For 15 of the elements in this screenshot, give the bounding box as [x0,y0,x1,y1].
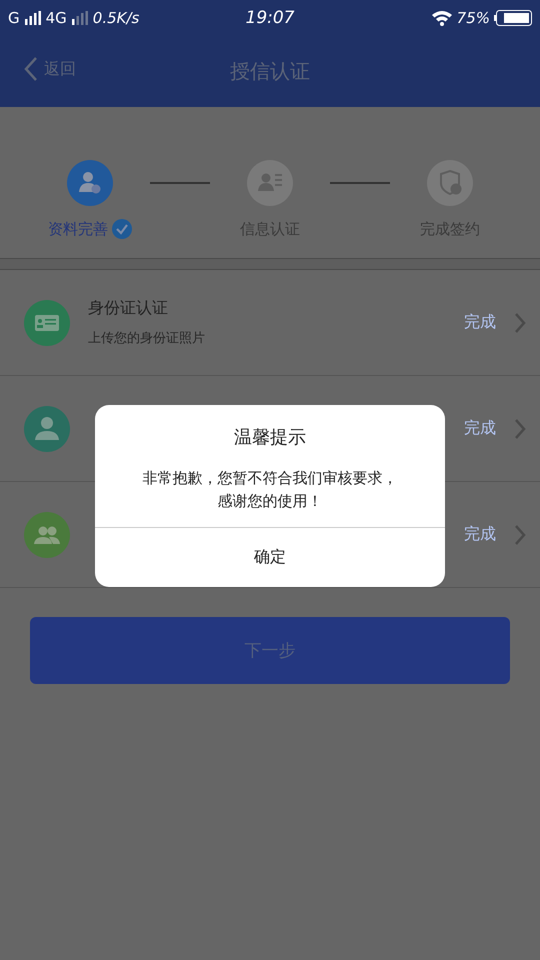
page-title: 授信认证 [230,58,310,85]
status-label: 完成 [464,524,496,545]
item-subtitle: 上传您的身份证照片 [88,330,206,347]
network-label: G [8,9,20,27]
network-label: 4G [46,9,67,27]
step-label: 资料完善 [48,220,108,238]
status-label: 完成 [464,418,496,439]
clock: 19:07 [246,8,294,28]
network-speed: 0.5K/s [92,9,140,27]
dialog-title: 温馨提示 [234,426,306,449]
dialog-message: 非常抱歉，您暂不符合我们审核要求， [142,468,398,489]
status-label: 完成 [464,312,496,333]
battery-percent: 75% [456,9,490,27]
item-title: 身份证认证 [88,298,169,319]
dialog-message: 感谢您的使用！ [218,491,322,512]
